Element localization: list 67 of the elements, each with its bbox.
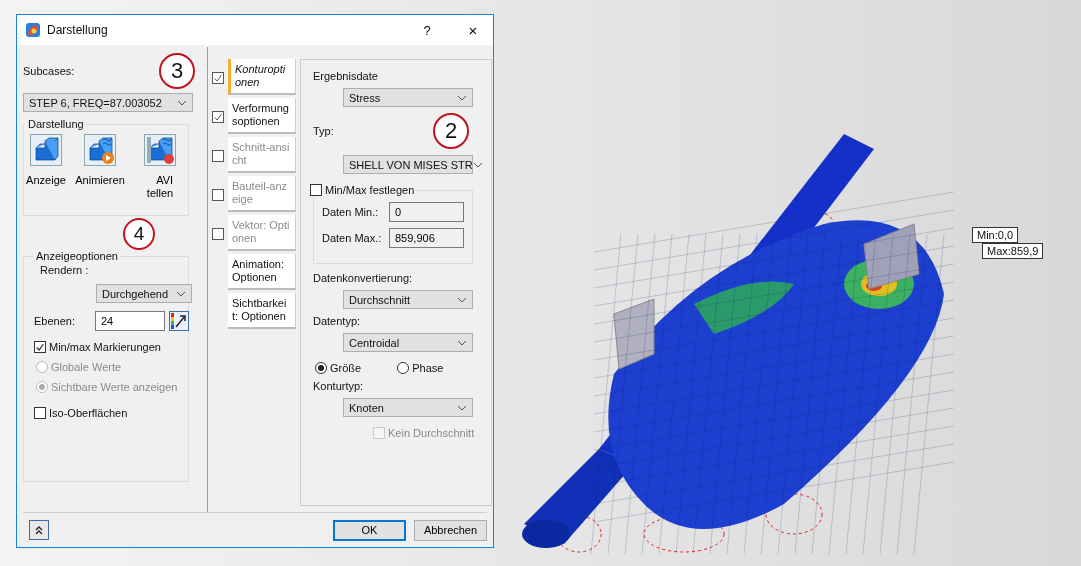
blocks-play-icon xyxy=(84,134,116,166)
display-mode-button[interactable]: Anzeige xyxy=(26,134,66,200)
chevron-down-icon xyxy=(177,99,187,106)
data-conversion-dropdown[interactable]: Durchschnitt xyxy=(343,290,473,309)
tab[interactable]: Animation: Optionen xyxy=(228,254,296,290)
data-min-field[interactable]: 0 xyxy=(389,202,464,222)
app-logo-icon xyxy=(25,22,41,38)
double-chevron-up-icon xyxy=(33,524,45,536)
radio-label: Größe xyxy=(330,362,362,374)
data-min-label: Daten Min.: xyxy=(322,206,379,218)
blocks-icon xyxy=(30,134,62,166)
group-title: Anzeigeoptionen xyxy=(35,250,119,262)
data-type-label: Datentyp: xyxy=(313,315,361,327)
chevron-down-icon xyxy=(472,161,483,168)
close-button[interactable]: × xyxy=(453,15,493,45)
contour-type-label: Konturtyp: xyxy=(313,380,364,392)
subcases-label: Subcases: xyxy=(23,65,75,77)
radio-label: Globale Werte xyxy=(51,361,122,373)
radio-button[interactable] xyxy=(315,362,327,374)
checkbox[interactable] xyxy=(34,341,46,353)
radio-label: Phase xyxy=(412,362,444,374)
checkbox-label: Min/Max festlegen xyxy=(325,184,415,196)
checkbox[interactable] xyxy=(212,72,224,84)
chevron-down-icon xyxy=(176,290,186,297)
record-video-button[interactable]: AVI tellen xyxy=(134,134,186,200)
type-label: Typ: xyxy=(313,125,334,137)
render-dropdown[interactable]: Durchgehend xyxy=(96,284,192,303)
checkbox[interactable] xyxy=(310,184,322,196)
chevron-down-icon xyxy=(457,94,467,101)
cancel-button[interactable]: Abbrechen xyxy=(414,519,487,541)
callout-number: 3 xyxy=(159,53,195,89)
tab[interactable]: Konturoptionen xyxy=(228,59,296,95)
checkbox-label: Iso-Oberflächen xyxy=(49,407,128,419)
callout-number: 2 xyxy=(433,113,469,149)
tab[interactable]: Verformungsoptionen xyxy=(228,98,296,134)
ok-button[interactable]: OK xyxy=(333,519,406,541)
group-title: Darstellung xyxy=(27,118,85,130)
data-max-label: Daten Max.: xyxy=(322,232,382,244)
radio-label: Sichtbare Werte anzeigen xyxy=(51,381,178,393)
render-label: Rendern : xyxy=(40,264,90,276)
data-conversion-label: Datenkonvertierung: xyxy=(313,272,413,284)
checkbox-label: Min/max Markierungen xyxy=(49,341,161,353)
data-max-field[interactable]: 859,906 xyxy=(389,228,464,248)
max-value-marker: Max:859,9 xyxy=(982,243,1044,259)
radio-button[interactable] xyxy=(397,362,410,374)
min-value-marker: Min:0,0 xyxy=(972,227,1019,243)
collapse-button[interactable] xyxy=(29,520,49,540)
help-button[interactable]: ? xyxy=(407,15,447,45)
result-data-dropdown[interactable]: Stress xyxy=(343,88,473,107)
animate-button[interactable]: Animieren xyxy=(74,134,126,200)
levels-field[interactable]: 24 xyxy=(95,311,165,331)
contour-type-dropdown[interactable]: Knoten xyxy=(343,398,473,417)
chevron-down-icon xyxy=(457,339,467,346)
window-title: Darstellung xyxy=(47,23,109,37)
result-data-label: Ergebnisdate xyxy=(313,70,378,82)
tab[interactable]: Sichtbarkeit: Optionen xyxy=(228,293,296,329)
subcases-dropdown[interactable]: STEP 6, FREQ=87.003052 xyxy=(23,93,193,112)
chevron-down-icon xyxy=(457,296,467,303)
callout-number: 4 xyxy=(123,218,155,250)
checkbox[interactable] xyxy=(212,111,224,123)
chevron-down-icon xyxy=(457,404,467,411)
data-type-dropdown[interactable]: Centroidal xyxy=(343,333,473,352)
checkbox[interactable] xyxy=(34,407,46,419)
levels-label: Ebenen: xyxy=(34,315,75,327)
blocks-record-icon xyxy=(144,134,176,166)
color-scale-button[interactable] xyxy=(169,311,189,331)
checkbox-label: Kein Durchschnitt xyxy=(388,427,475,439)
